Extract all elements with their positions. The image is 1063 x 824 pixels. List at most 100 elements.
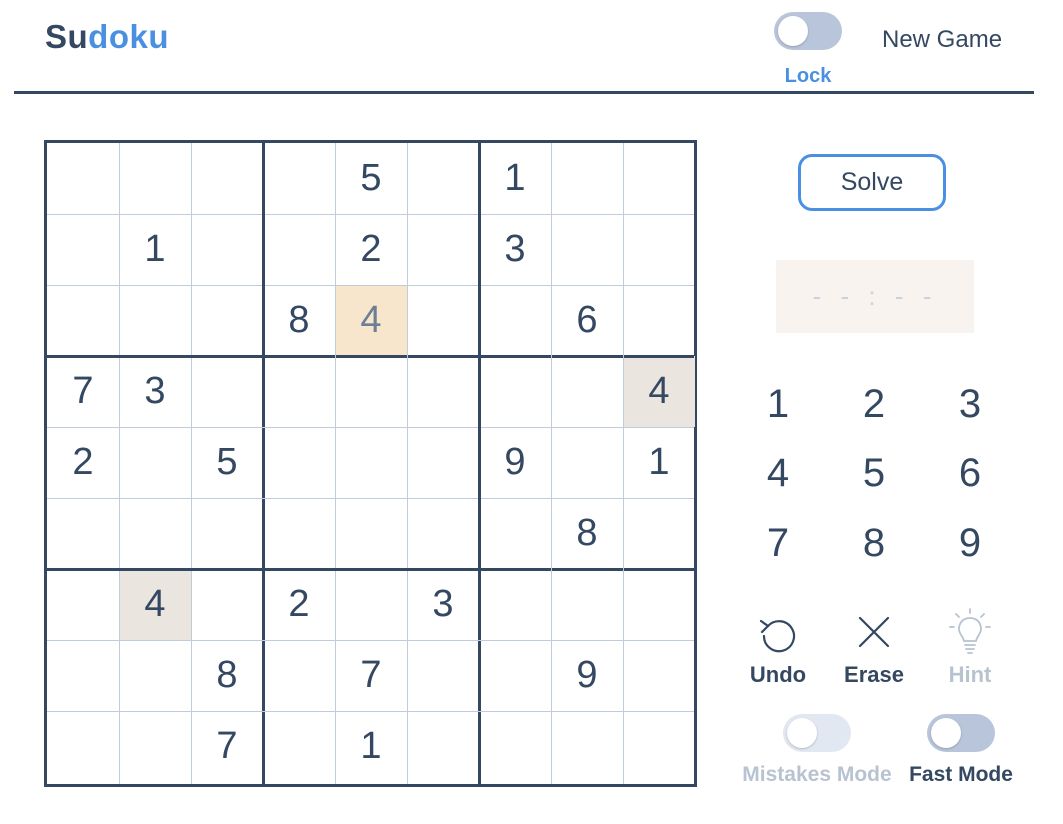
fast-mode-toggle[interactable]: [927, 714, 995, 752]
board-cell[interactable]: [263, 143, 335, 214]
numpad-key[interactable]: 5: [844, 443, 904, 503]
board-cell[interactable]: [263, 356, 335, 427]
board-cell[interactable]: [407, 214, 479, 285]
board-cell[interactable]: [623, 498, 695, 569]
board-cell[interactable]: [263, 214, 335, 285]
board-cell[interactable]: 1: [479, 143, 551, 214]
board-cell[interactable]: 1: [119, 214, 191, 285]
board-cell[interactable]: [119, 427, 191, 498]
board-cell[interactable]: [551, 214, 623, 285]
board-cell[interactable]: [119, 498, 191, 569]
board-cell[interactable]: [623, 640, 695, 711]
board-cell[interactable]: 4: [335, 285, 407, 356]
board-cell[interactable]: 3: [119, 356, 191, 427]
board-cell[interactable]: [623, 285, 695, 356]
board-cell[interactable]: [551, 356, 623, 427]
lock-toggle[interactable]: [774, 12, 842, 50]
board-cell[interactable]: [551, 427, 623, 498]
board-cell[interactable]: [263, 711, 335, 782]
numpad-key[interactable]: 9: [940, 513, 1000, 573]
board-cell[interactable]: [623, 569, 695, 640]
mistakes-mode-toggle[interactable]: [783, 714, 851, 752]
board-cell[interactable]: [47, 214, 119, 285]
board-cell[interactable]: 2: [47, 427, 119, 498]
board-cell[interactable]: [263, 427, 335, 498]
lock-control[interactable]: Lock: [772, 12, 844, 88]
board-cell[interactable]: [47, 711, 119, 782]
board-cell[interactable]: [407, 498, 479, 569]
new-game-button[interactable]: New Game: [882, 26, 1002, 54]
board-cell[interactable]: 5: [191, 427, 263, 498]
board-cell[interactable]: 2: [263, 569, 335, 640]
board-cell[interactable]: [335, 356, 407, 427]
board-cell[interactable]: 8: [191, 640, 263, 711]
board-cell[interactable]: [119, 640, 191, 711]
board-cell[interactable]: [119, 711, 191, 782]
board-cell[interactable]: [335, 569, 407, 640]
board-cell[interactable]: [191, 498, 263, 569]
board-cell[interactable]: [551, 569, 623, 640]
board-cell[interactable]: [407, 640, 479, 711]
board-cell[interactable]: [407, 143, 479, 214]
board-cell[interactable]: [479, 285, 551, 356]
board-cell[interactable]: 5: [335, 143, 407, 214]
board-cell[interactable]: [623, 143, 695, 214]
numpad-key[interactable]: 3: [940, 374, 1000, 434]
numpad-key[interactable]: 4: [748, 443, 808, 503]
board-cell[interactable]: [551, 143, 623, 214]
fast-mode-control[interactable]: Fast Mode: [906, 714, 1016, 787]
board-cell[interactable]: 8: [551, 498, 623, 569]
board-cell[interactable]: 3: [479, 214, 551, 285]
board-cell[interactable]: [191, 143, 263, 214]
board-cell[interactable]: [263, 498, 335, 569]
board-cell[interactable]: [407, 356, 479, 427]
board-cell[interactable]: [479, 498, 551, 569]
board-cell[interactable]: [119, 143, 191, 214]
board-cell[interactable]: [335, 427, 407, 498]
board-cell[interactable]: 8: [263, 285, 335, 356]
board-cell[interactable]: [263, 640, 335, 711]
board-cell[interactable]: [407, 285, 479, 356]
board-cell[interactable]: 1: [623, 427, 695, 498]
board-cell[interactable]: [479, 569, 551, 640]
board-cell[interactable]: [479, 640, 551, 711]
board-cell[interactable]: 4: [119, 569, 191, 640]
mistakes-mode-control[interactable]: Mistakes Mode: [742, 714, 892, 787]
board-cell[interactable]: [623, 214, 695, 285]
board-cell[interactable]: [335, 498, 407, 569]
hint-button[interactable]: Hint: [925, 608, 1015, 688]
board-cell[interactable]: [47, 569, 119, 640]
board-cell[interactable]: [479, 711, 551, 782]
board-cell[interactable]: 1: [335, 711, 407, 782]
numpad-key[interactable]: 8: [844, 513, 904, 573]
board-cell[interactable]: [551, 711, 623, 782]
board-cell[interactable]: 4: [623, 356, 695, 427]
board-cell[interactable]: 9: [551, 640, 623, 711]
undo-button[interactable]: Undo: [733, 612, 823, 688]
board-cell[interactable]: 7: [191, 711, 263, 782]
board-cell[interactable]: 2: [335, 214, 407, 285]
board-cell[interactable]: 3: [407, 569, 479, 640]
board-cell[interactable]: [191, 356, 263, 427]
board-cell[interactable]: [407, 711, 479, 782]
board-cell[interactable]: [119, 285, 191, 356]
board-cell[interactable]: [407, 427, 479, 498]
board-cell[interactable]: [191, 214, 263, 285]
board-cell[interactable]: [479, 356, 551, 427]
board-cell[interactable]: 6: [551, 285, 623, 356]
numpad-key[interactable]: 7: [748, 513, 808, 573]
board-cell[interactable]: [47, 285, 119, 356]
board-cell[interactable]: [623, 711, 695, 782]
board-cell[interactable]: [191, 569, 263, 640]
board-cell[interactable]: [47, 143, 119, 214]
numpad-key[interactable]: 2: [844, 374, 904, 434]
erase-button[interactable]: Erase: [829, 612, 919, 688]
board-cell[interactable]: [47, 498, 119, 569]
board-cell[interactable]: 9: [479, 427, 551, 498]
numpad-key[interactable]: 6: [940, 443, 1000, 503]
board-cell[interactable]: [47, 640, 119, 711]
numpad-key[interactable]: 1: [748, 374, 808, 434]
solve-button[interactable]: Solve: [798, 154, 946, 211]
board-cell[interactable]: [191, 285, 263, 356]
board-cell[interactable]: 7: [47, 356, 119, 427]
